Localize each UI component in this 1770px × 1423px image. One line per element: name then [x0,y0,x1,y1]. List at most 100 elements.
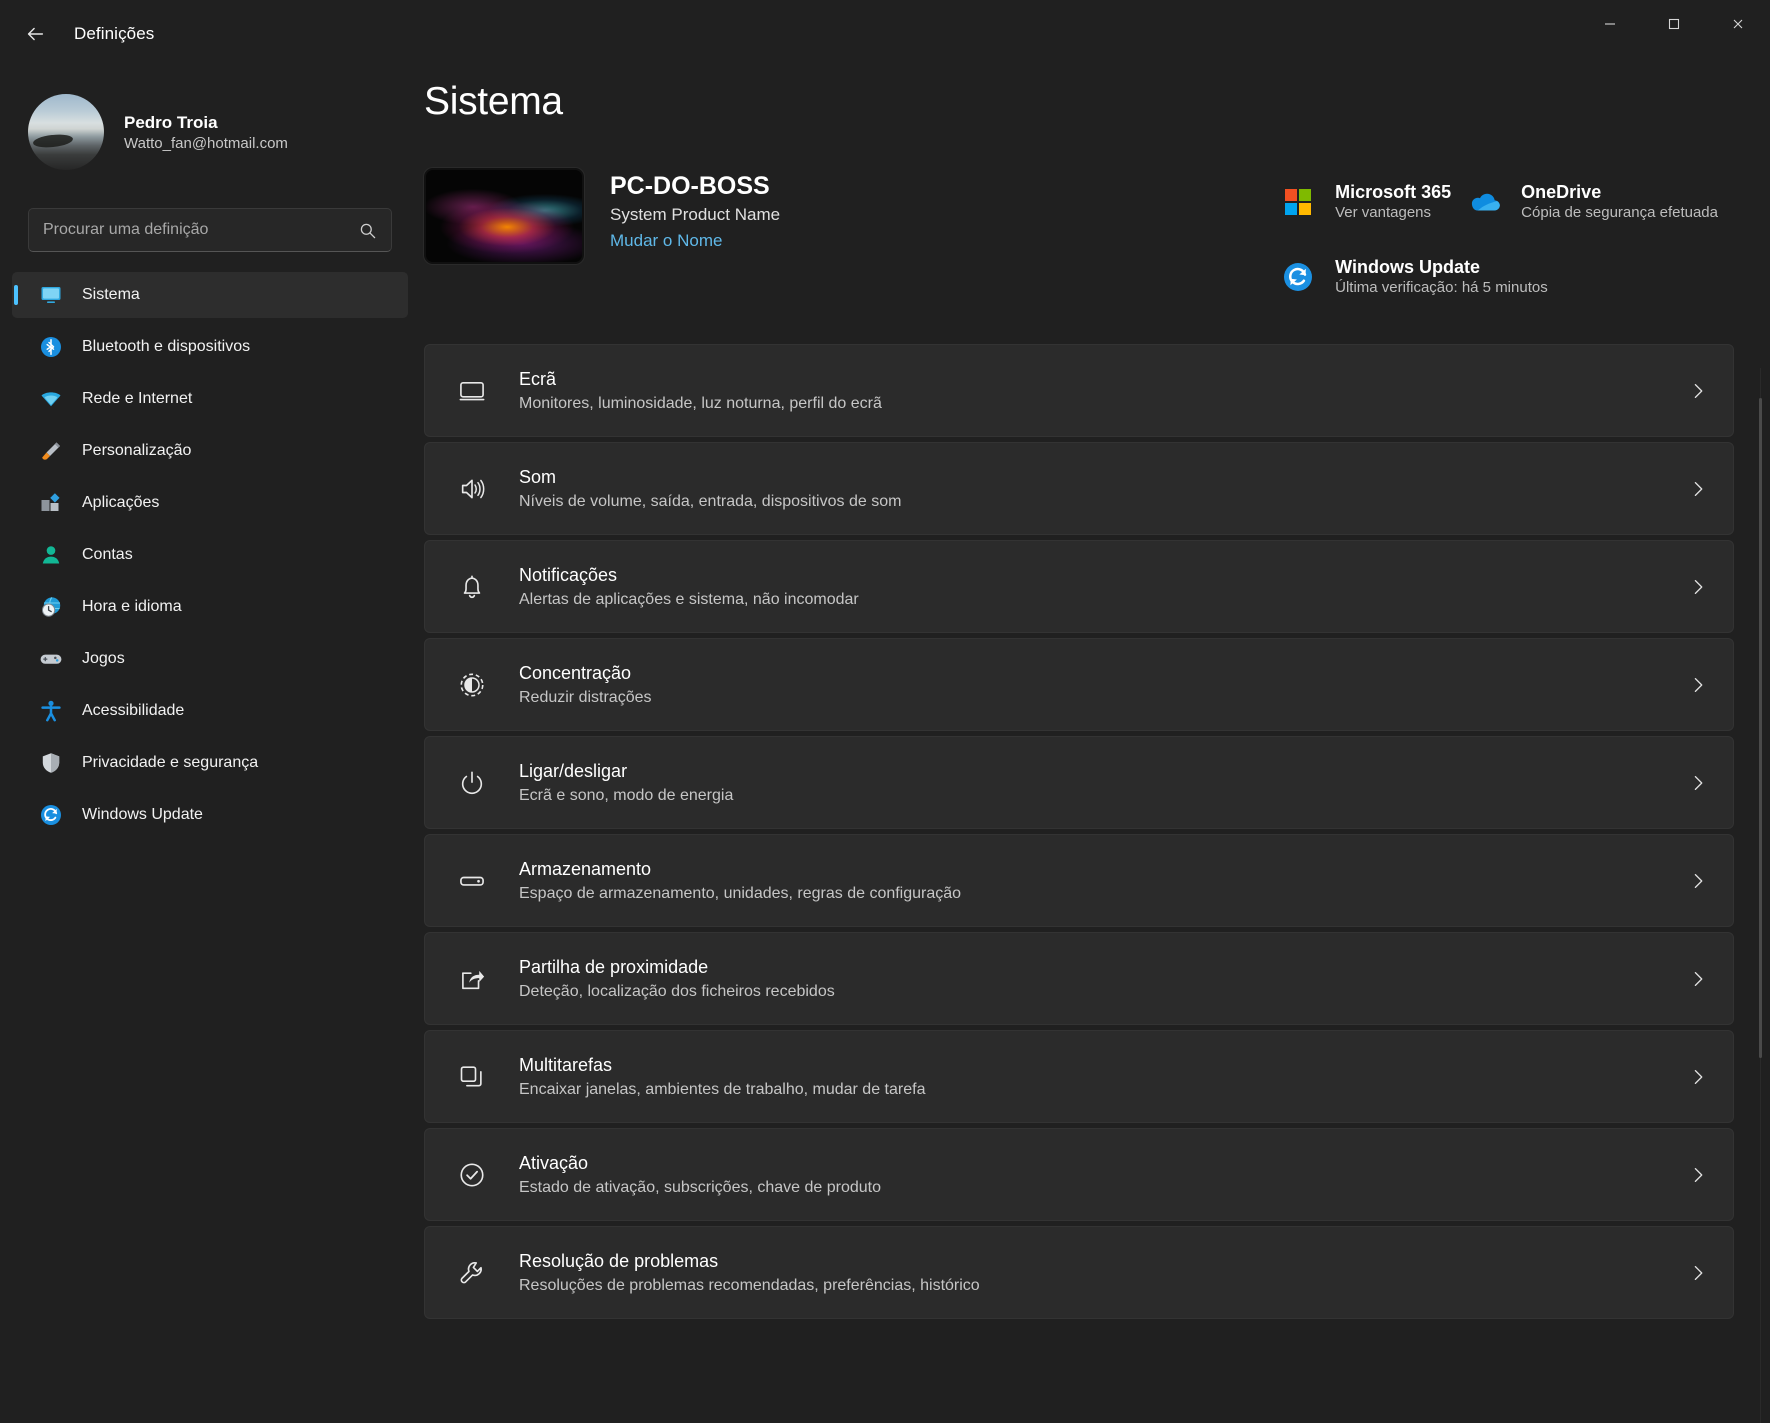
check-circle-icon [455,1158,489,1192]
sidebar-item-aplicacoes[interactable]: Aplicações [12,480,408,526]
chevron-right-icon [1689,676,1707,694]
back-arrow-icon [24,23,46,45]
device-wallpaper-thumbnail [424,168,584,264]
wrench-icon [455,1256,489,1290]
row-subtitle: Ecrã e sono, modo de energia [519,787,1689,805]
sidebar-item-jogos[interactable]: Jogos [12,636,408,682]
speaker-icon [455,472,489,506]
row-subtitle: Monitores, luminosidade, luz noturna, pe… [519,395,1689,413]
app-title: Definições [74,24,154,44]
microsoft-365-card[interactable]: Microsoft 365 Ver vantagens [1273,178,1459,225]
chevron-right-icon [1689,774,1707,792]
windows-update-card[interactable]: Windows Update Última verificação: há 5 … [1273,253,1556,300]
wifi-icon [38,386,64,412]
chevron-right-icon [1689,872,1707,890]
back-button[interactable] [14,13,56,55]
settings-row-ecra[interactable]: Ecrã Monitores, luminosidade, luz noturn… [424,344,1734,437]
apps-icon [38,490,64,516]
sidebar-item-label: Hora e idioma [82,598,182,616]
scrollbar-thumb[interactable] [1759,398,1762,1058]
settings-row-notificacoes[interactable]: Notificações Alertas de aplicações e sis… [424,540,1734,633]
windows-update-icon [1281,260,1315,294]
sidebar-item-label: Jogos [82,650,125,668]
row-title: Ecrã [519,369,1689,390]
settings-row-armazenamento[interactable]: Armazenamento Espaço de armazenamento, u… [424,834,1734,927]
row-title: Multitarefas [519,1055,1689,1076]
device-info-block: PC-DO-BOSS System Product Name Mudar o N… [424,168,780,264]
rename-device-link[interactable]: Mudar o Nome [610,231,780,251]
sidebar-item-label: Contas [82,546,133,564]
onedrive-card[interactable]: OneDrive Cópia de segurança efetuada [1459,178,1726,225]
settings-row-ativacao[interactable]: Ativação Estado de ativação, subscrições… [424,1128,1734,1221]
sidebar-item-label: Windows Update [82,806,203,824]
sidebar-item-hora-e-idioma[interactable]: Hora e idioma [12,584,408,630]
bell-icon [455,570,489,604]
device-model: System Product Name [610,205,780,225]
sidebar-item-label: Aplicações [82,494,159,512]
maximize-button[interactable] [1642,0,1706,48]
sidebar-item-bluetooth-e-dispositivos[interactable]: Bluetooth e dispositivos [12,324,408,370]
row-title: Notificações [519,565,1689,586]
windows-update-card-text: Windows Update Última verificação: há 5 … [1335,257,1548,296]
display-monitor-icon [455,374,489,408]
settings-rows: Ecrã Monitores, luminosidade, luz noturn… [420,344,1734,1319]
paintbrush-icon [38,438,64,464]
account-name: Pedro Troia [124,113,288,133]
search-box[interactable] [28,208,392,252]
settings-row-ligar-desligar[interactable]: Ligar/desligar Ecrã e sono, modo de ener… [424,736,1734,829]
account-block[interactable]: Pedro Troia Watto_fan@hotmail.com [0,82,420,182]
device-name: PC-DO-BOSS [610,172,780,201]
settings-row-resolucao-de-problemas[interactable]: Resolução de problemas Resoluções de pro… [424,1226,1734,1319]
chevron-right-icon [1689,1166,1707,1184]
avatar [28,94,104,170]
window-body: Pedro Troia Watto_fan@hotmail.com [0,68,1770,1423]
window-controls [1578,0,1770,68]
system-monitor-icon [38,282,64,308]
row-subtitle: Níveis de volume, saída, entrada, dispos… [519,493,1689,511]
settings-row-concentracao[interactable]: Concentração Reduzir distrações [424,638,1734,731]
row-title: Resolução de problemas [519,1251,1689,1272]
sidebar-item-label: Personalização [82,442,191,460]
settings-row-text: Resolução de problemas Resoluções de pro… [519,1251,1689,1295]
sidebar-item-rede-e-internet[interactable]: Rede e Internet [12,376,408,422]
device-summary-section: PC-DO-BOSS System Product Name Mudar o N… [420,168,1734,300]
status-cards-row-top: Microsoft 365 Ver vantagens [1273,178,1726,225]
chevron-right-icon [1689,382,1707,400]
sidebar-item-sistema[interactable]: Sistema [12,272,408,318]
onedrive-card-text: OneDrive Cópia de segurança efetuada [1521,182,1718,221]
sidebar-item-personalizacao[interactable]: Personalização [12,428,408,474]
search-input[interactable] [43,221,358,239]
settings-row-text: Armazenamento Espaço de armazenamento, u… [519,859,1689,903]
card-subtitle: Última verificação: há 5 minutos [1335,279,1548,296]
sidebar-item-label: Acessibilidade [82,702,184,720]
settings-window: Definições [0,0,1770,1423]
search-icon [358,221,377,240]
sidebar-item-acessibilidade[interactable]: Acessibilidade [12,688,408,734]
settings-row-text: Concentração Reduzir distrações [519,663,1689,707]
minimize-icon [1603,17,1617,31]
sidebar-item-windows-update[interactable]: Windows Update [12,792,408,838]
sidebar-nav: Sistema Bluetooth e dispositivos [0,266,420,838]
row-subtitle: Alertas de aplicações e sistema, não inc… [519,591,1689,609]
gamepad-icon [38,646,64,672]
row-title: Armazenamento [519,859,1689,880]
row-subtitle: Reduzir distrações [519,689,1689,707]
settings-row-text: Notificações Alertas de aplicações e sis… [519,565,1689,609]
settings-row-som[interactable]: Som Níveis de volume, saída, entrada, di… [424,442,1734,535]
minimize-button[interactable] [1578,0,1642,48]
person-icon [38,542,64,568]
row-title: Som [519,467,1689,488]
sidebar-item-label: Bluetooth e dispositivos [82,338,250,356]
settings-row-partilha-de-proximidade[interactable]: Partilha de proximidade Deteção, localiz… [424,932,1734,1025]
sidebar-item-contas[interactable]: Contas [12,532,408,578]
status-cards-row-bottom: Windows Update Última verificação: há 5 … [1273,253,1726,300]
chevron-right-icon [1689,1068,1707,1086]
row-subtitle: Espaço de armazenamento, unidades, regra… [519,885,1689,903]
settings-row-text: Som Níveis de volume, saída, entrada, di… [519,467,1689,511]
row-title: Ativação [519,1153,1689,1174]
close-button[interactable] [1706,0,1770,48]
sidebar: Pedro Troia Watto_fan@hotmail.com [0,68,420,1423]
settings-row-multitarefas[interactable]: Multitarefas Encaixar janelas, ambientes… [424,1030,1734,1123]
sidebar-item-privacidade-e-seguranca[interactable]: Privacidade e segurança [12,740,408,786]
windows-update-icon [38,802,64,828]
